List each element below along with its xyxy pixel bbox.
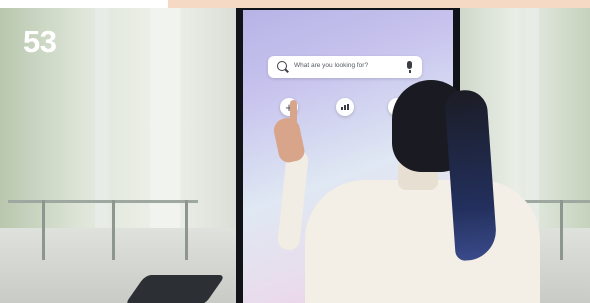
railing-post <box>42 200 45 260</box>
woman-sweater <box>305 180 540 303</box>
glass-railing <box>8 200 198 203</box>
railing-post <box>560 200 563 260</box>
kiosk-search-bar: What are you looking for? <box>268 56 422 78</box>
search-icon <box>277 61 287 71</box>
figure-number-badge: 53 <box>23 24 57 59</box>
chart-icon <box>336 98 354 116</box>
photo: What are you looking for? + 53 <box>0 0 590 303</box>
pointing-finger <box>290 100 297 124</box>
railing-post <box>185 200 188 260</box>
railing-post <box>112 200 115 260</box>
search-placeholder: What are you looking for? <box>294 62 369 69</box>
mic-icon <box>407 61 412 73</box>
